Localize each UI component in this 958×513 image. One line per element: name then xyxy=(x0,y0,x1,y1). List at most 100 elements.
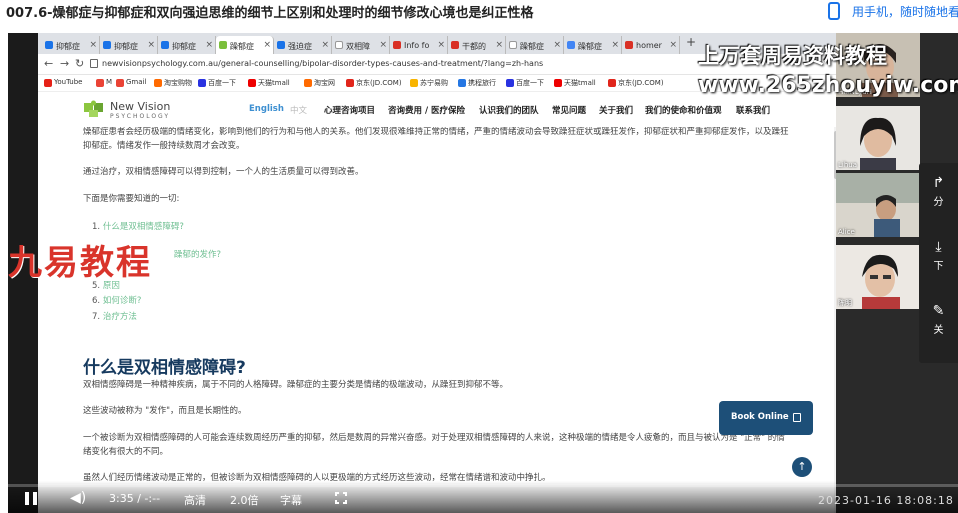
phone-icon[interactable] xyxy=(828,2,840,20)
quality-button[interactable]: 高清 xyxy=(184,492,206,508)
close-icon[interactable]: × xyxy=(205,40,213,50)
tab-label: homer xyxy=(636,41,662,50)
participant-video[interactable]: 陈明 xyxy=(836,245,920,309)
tab-favicon-icon xyxy=(451,41,459,49)
scroll-top-icon[interactable]: ↑ xyxy=(792,457,812,477)
download-icon: ⤓ xyxy=(935,239,942,255)
nav-fees[interactable]: 咨询费用 / 医疗保险 xyxy=(388,104,465,116)
bookmark-item[interactable]: YouTube xyxy=(44,78,82,87)
bookmark-item[interactable]: 京东(JD.COM) xyxy=(346,78,402,88)
progress-bar[interactable] xyxy=(8,484,958,487)
browser-tab[interactable]: 躁郁症 × xyxy=(506,36,564,54)
close-button[interactable]: ✎ 关 xyxy=(919,303,958,336)
browser-tab[interactable]: 抑郁症 × xyxy=(100,36,158,54)
nav-faq[interactable]: 常见问题 xyxy=(552,104,586,116)
close-icon[interactable]: × xyxy=(437,40,445,50)
speed-button[interactable]: 2.0倍 xyxy=(230,492,259,508)
close-icon[interactable]: × xyxy=(147,40,155,50)
bookmark-favicon-icon xyxy=(608,79,616,87)
calendar-icon xyxy=(793,413,801,422)
tab-favicon-icon xyxy=(509,41,517,49)
browser-tab[interactable]: 抑郁症 × xyxy=(42,36,100,54)
logo-title[interactable]: New Vision xyxy=(110,100,170,113)
bookmark-label: 苏宁易购 xyxy=(420,79,448,87)
tab-favicon-icon xyxy=(335,41,343,49)
side-action-panel: ↱ 分 ⤓ 下 ✎ 关 xyxy=(919,163,958,363)
tab-label: 抑郁症 xyxy=(56,42,80,51)
nav-team[interactable]: 认识我们的团队 xyxy=(479,104,539,116)
section-heading: 什么是双相情感障碍? xyxy=(83,358,246,378)
lock-icon[interactable] xyxy=(90,59,98,68)
browser-tab[interactable]: 抑郁症 × xyxy=(158,36,216,54)
nav-counselling[interactable]: 心理咨询项目 xyxy=(324,104,375,116)
browser-tab[interactable]: homer × xyxy=(622,36,680,54)
bookmark-item[interactable]: 天猫tmall xyxy=(248,78,290,88)
gmail-icon xyxy=(96,79,104,87)
bookmark-favicon-icon xyxy=(248,79,256,87)
mobile-watch-link[interactable]: 用手机，随时随地看 xyxy=(852,3,958,20)
close-icon[interactable]: × xyxy=(263,40,271,50)
bookmark-item[interactable]: 淘宝购物 xyxy=(154,78,192,88)
book-online-label: Book Online xyxy=(731,412,789,422)
puzzle-logo-icon[interactable] xyxy=(83,100,105,118)
toc-link[interactable]: 1. 什么是双相情感障碍? xyxy=(92,220,184,232)
back-icon[interactable]: ← xyxy=(44,57,53,70)
tab-label: 抑郁症 xyxy=(172,42,196,51)
new-tab-icon[interactable]: + xyxy=(686,35,696,49)
browser-tab[interactable]: 躁郁症 × xyxy=(564,36,622,54)
paragraph: 通过治疗，双相情感障碍可以得到控制，一个人的生活质量可以得到改善。 xyxy=(83,167,364,177)
close-icon[interactable]: × xyxy=(669,40,677,50)
close-icon[interactable]: × xyxy=(495,40,503,50)
toc-link[interactable]: 6. 如何诊断? xyxy=(92,294,141,306)
download-button[interactable]: ⤓ 下 xyxy=(919,239,958,272)
bookmark-item[interactable]: 天猫tmall xyxy=(554,78,596,88)
bookmark-item[interactable]: 携程旅行 xyxy=(458,78,496,88)
reload-icon[interactable]: ↻ xyxy=(75,57,84,70)
nav-mission[interactable]: 我们的使命和价值观 xyxy=(645,104,722,116)
bookmark-item[interactable]: 京东(JD.COM) xyxy=(608,78,664,88)
book-online-button[interactable]: Book Online xyxy=(719,401,813,435)
browser-tab[interactable]: 干都的 × xyxy=(448,36,506,54)
share-button[interactable]: ↱ 分 xyxy=(919,175,958,208)
close-icon[interactable]: × xyxy=(89,40,97,50)
nav-english[interactable]: English xyxy=(249,104,284,114)
bookmark-favicon-icon xyxy=(198,79,206,87)
fullscreen-icon[interactable] xyxy=(335,492,347,504)
participant-video[interactable]: Lihua xyxy=(836,106,920,170)
browser-tab[interactable]: Info fo × xyxy=(390,36,448,54)
bookmark-item[interactable]: 百度一下 xyxy=(506,78,544,88)
bookmark-item[interactable]: M xyxy=(96,78,112,87)
nav-contact[interactable]: 联系我们 xyxy=(736,104,770,116)
close-icon[interactable]: × xyxy=(379,40,387,50)
nav-chinese[interactable]: 中文 xyxy=(290,104,307,116)
bookmark-favicon-icon xyxy=(346,79,354,87)
browser-tab[interactable]: 强迫症 × xyxy=(274,36,332,54)
video-player[interactable]: 抑郁症 × 抑郁症 × 抑郁症 × 躁郁症 × 强迫症 × 双相障 × Info fo × 干… xyxy=(8,33,958,513)
toc-link[interactable]: 7. 治疗方法 xyxy=(92,310,137,322)
browser-tab-active[interactable]: 躁郁症 × xyxy=(216,36,274,54)
bookmark-item[interactable]: 百度一下 xyxy=(198,78,236,88)
tab-label: Info fo xyxy=(404,41,430,50)
pause-icon[interactable] xyxy=(25,492,37,505)
bookmark-favicon-icon xyxy=(304,79,312,87)
watermark-top: 上万套周易资料教程 xyxy=(698,44,887,68)
bookmark-favicon-icon xyxy=(410,79,418,87)
url-field[interactable]: newvisionpsychology.com.au/general-couns… xyxy=(102,59,543,68)
bookmark-item[interactable]: Gmail xyxy=(116,78,146,87)
volume-icon[interactable]: ◀) xyxy=(70,490,86,506)
download-label: 下 xyxy=(933,261,944,272)
participant-video[interactable]: Alice xyxy=(836,173,920,237)
close-icon[interactable]: × xyxy=(321,40,329,50)
current-time: 3:35 xyxy=(109,492,134,505)
close-icon[interactable]: × xyxy=(553,40,561,50)
bookmark-item[interactable]: 淘宝网 xyxy=(304,78,335,88)
tab-favicon-icon xyxy=(45,41,53,49)
bookmark-label: 京东(JD.COM) xyxy=(618,79,664,87)
subtitle-button[interactable]: 字幕 xyxy=(280,492,302,508)
nav-about[interactable]: 关于我们 xyxy=(599,104,633,116)
forward-icon[interactable]: → xyxy=(60,57,69,70)
close-icon[interactable]: × xyxy=(611,40,619,50)
browser-tab[interactable]: 双相障 × xyxy=(332,36,390,54)
bookmark-item[interactable]: 苏宁易购 xyxy=(410,78,448,88)
toc-link[interactable]: 躁郁的发作? xyxy=(174,248,221,260)
